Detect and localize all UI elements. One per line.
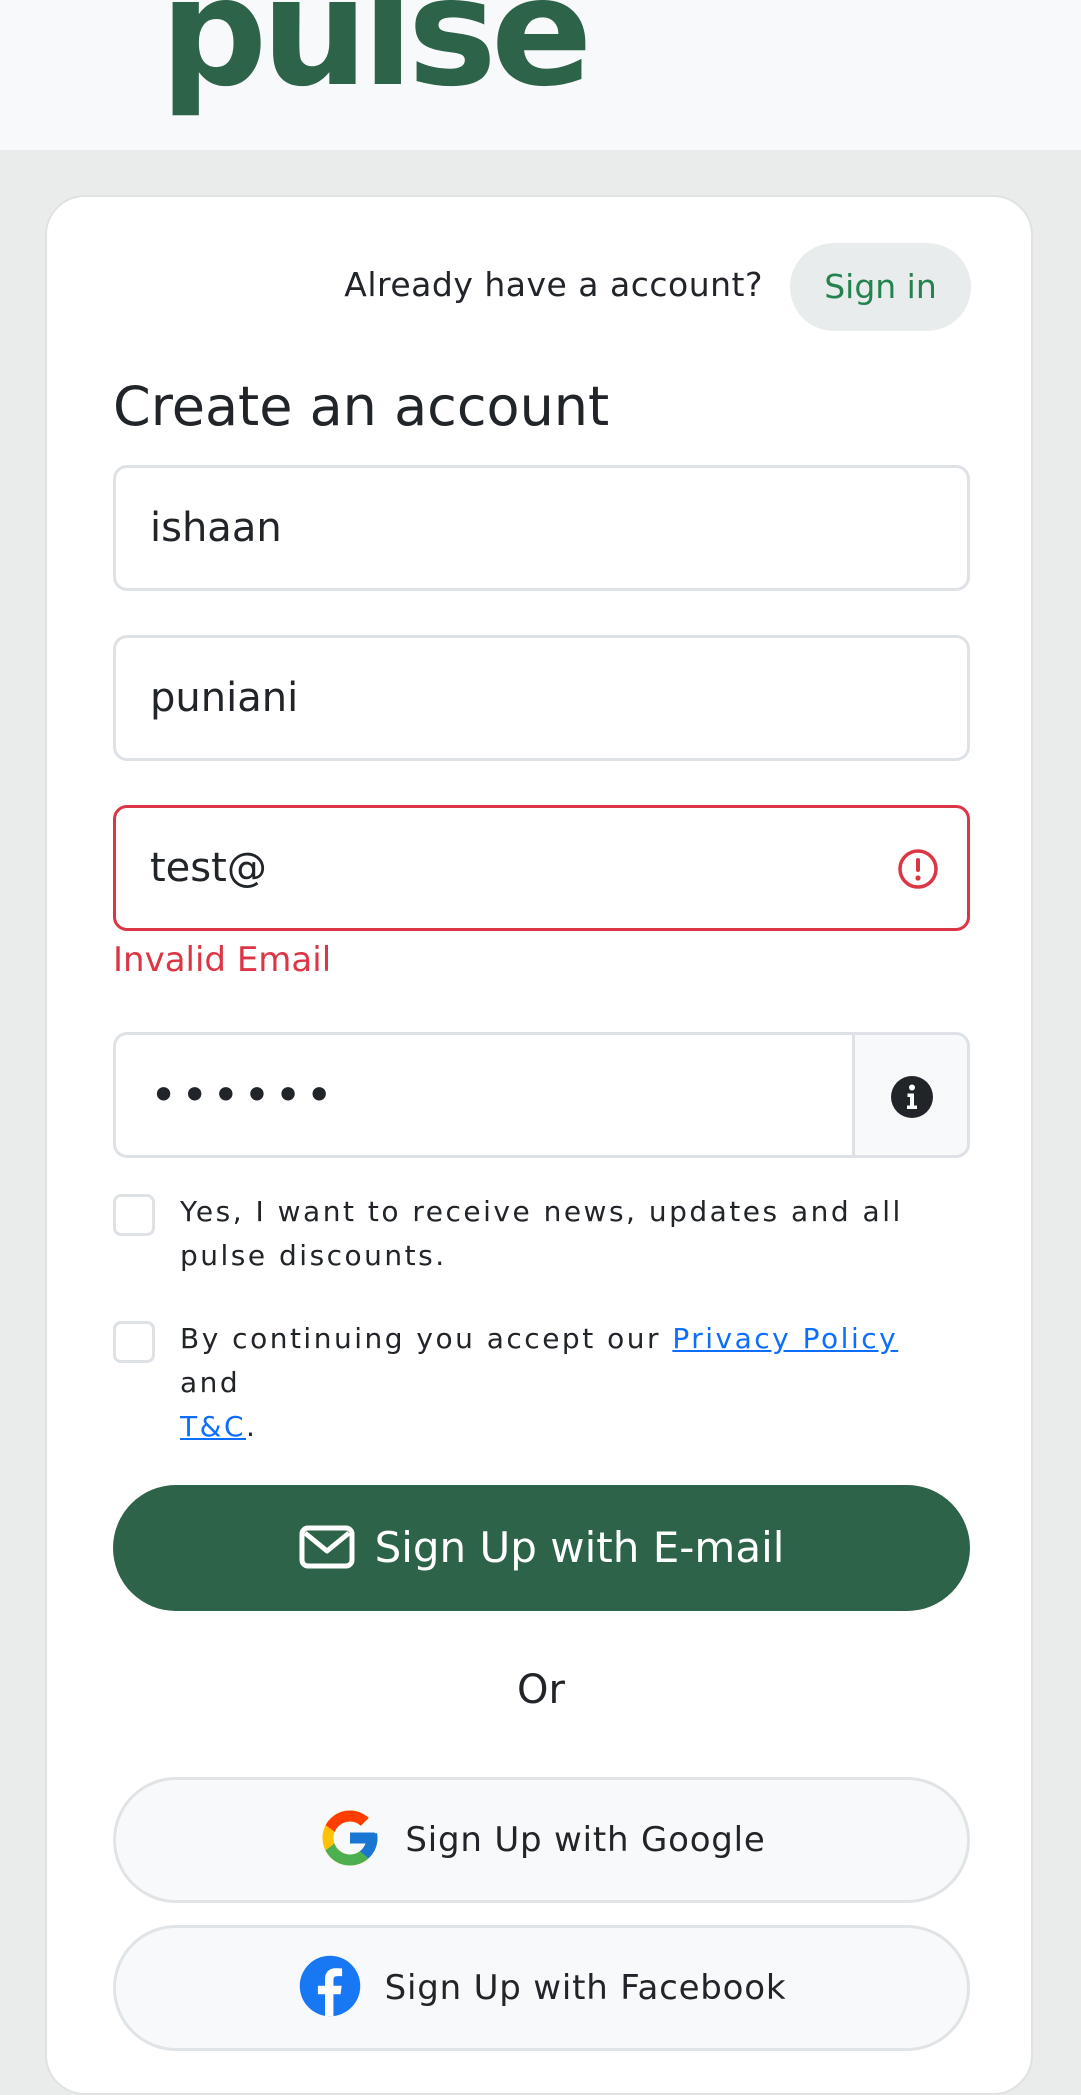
sign-up-facebook-button[interactable]: Sign Up with Facebook [113, 1925, 970, 2051]
sign-up-google-content: Sign Up with Google [116, 1780, 967, 1900]
signin-row: Already have a account? Sign in [47, 243, 971, 331]
newsletter-checkbox[interactable] [113, 1194, 155, 1236]
signup-card: Already have a account? Sign in Create a… [45, 195, 1033, 2095]
first-name-value: ishaan [150, 505, 282, 551]
first-name-field[interactable]: ishaan [113, 465, 970, 591]
sign-up-email-label: Sign Up with E-mail [374, 1523, 785, 1572]
email-value: test@ [150, 845, 267, 891]
facebook-logo-icon [299, 1955, 360, 2016]
page-title: Create an account [113, 375, 610, 438]
sign-in-button[interactable]: Sign in [790, 243, 971, 331]
google-logo-icon [322, 1810, 378, 1865]
sign-up-google-label: Sign Up with Google [405, 1820, 766, 1860]
terms-checkbox[interactable] [113, 1321, 155, 1363]
sign-up-email-button[interactable]: Sign Up with E-mail [113, 1485, 970, 1611]
tc-link[interactable]: T&C [180, 1410, 246, 1443]
exclamation-circle-icon [898, 849, 938, 889]
newsletter-label: Yes, I want to receive news, updates and… [180, 1195, 903, 1272]
password-field[interactable]: •••••• [113, 1032, 855, 1158]
sign-up-facebook-content: Sign Up with Facebook [116, 1928, 967, 2048]
password-info-addon[interactable] [852, 1032, 970, 1158]
sign-up-facebook-label: Sign Up with Facebook [384, 1968, 787, 2008]
privacy-policy-link[interactable]: Privacy Policy [672, 1322, 898, 1355]
terms-suffix: . [246, 1410, 258, 1443]
terms-prefix: By continuing you accept our [180, 1322, 661, 1355]
last-name-field[interactable]: puniani [113, 635, 970, 761]
envelope-icon [299, 1525, 355, 1568]
sign-up-email-content: Sign Up with E-mail [113, 1485, 970, 1611]
pulse-logo[interactable]: pulse [160, 0, 593, 108]
email-error-message: Invalid Email [113, 940, 332, 980]
info-circle-icon [891, 1076, 933, 1118]
already-have-account-text: Already have a account? [344, 265, 763, 304]
password-value: •••••• [150, 1068, 337, 1122]
email-field[interactable]: test@ [113, 805, 970, 931]
last-name-value: puniani [150, 675, 299, 721]
terms-label: By continuing you accept our Privacy Pol… [180, 1317, 960, 1449]
terms-and: and [180, 1366, 241, 1399]
top-header: pulse [0, 0, 1081, 150]
or-divider: Or [517, 1667, 565, 1713]
sign-up-google-button[interactable]: Sign Up with Google [113, 1777, 970, 1903]
